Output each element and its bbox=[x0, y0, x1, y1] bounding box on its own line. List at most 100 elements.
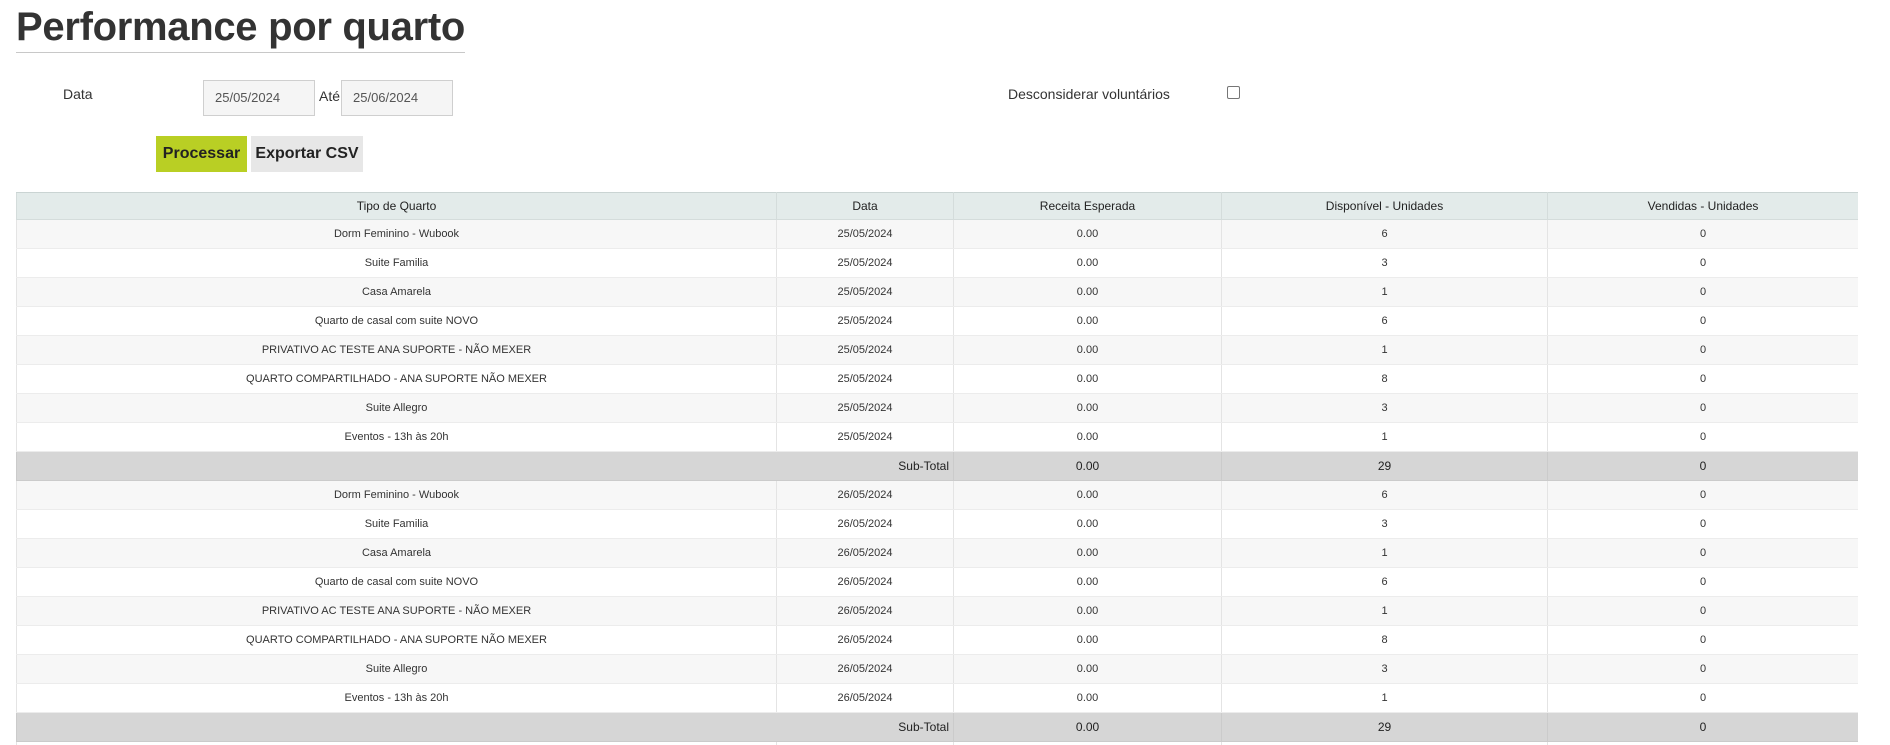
cell-date: 26/05/2024 bbox=[776, 683, 954, 713]
end-date-input[interactable]: 25/06/2024 bbox=[341, 80, 453, 116]
cell-available-units: 3 bbox=[1221, 248, 1548, 278]
date-label: Data bbox=[63, 86, 93, 102]
room-performance-table-container: Tipo de Quarto Data Receita Esperada Dis… bbox=[16, 192, 1858, 745]
table-row: PRIVATIVO AC TESTE ANA SUPORTE - NÃO MEX… bbox=[16, 596, 1858, 626]
col-header-expected-revenue[interactable]: Receita Esperada bbox=[953, 192, 1222, 220]
cell-available-units: 1 bbox=[1221, 335, 1548, 365]
cell-expected-revenue: 0.00 bbox=[953, 538, 1222, 568]
cell-room-type: Dorm Feminino - Wubook bbox=[16, 219, 777, 249]
cell-date: 25/05/2024 bbox=[776, 248, 954, 278]
cell-expected-revenue: 0.00 bbox=[953, 509, 1222, 539]
cell-available-units bbox=[1221, 741, 1548, 745]
table-row: Suite Familia 25/05/2024 0.00 3 0 bbox=[16, 248, 1858, 278]
table-row: Suite Allegro 26/05/2024 0.00 3 0 bbox=[16, 654, 1858, 684]
subtotal-label: Sub-Total bbox=[16, 712, 954, 742]
subtotal-expected-revenue: 0.00 bbox=[953, 451, 1222, 481]
cell-sold-units bbox=[1547, 741, 1858, 745]
cell-date: 26/05/2024 bbox=[776, 625, 954, 655]
table-row bbox=[16, 741, 1858, 745]
cell-available-units: 3 bbox=[1221, 509, 1548, 539]
cell-date: 26/05/2024 bbox=[776, 596, 954, 626]
subtotal-available-units: 29 bbox=[1221, 712, 1548, 742]
start-date-input[interactable]: 25/05/2024 bbox=[203, 80, 315, 116]
table-header-row: Tipo de Quarto Data Receita Esperada Dis… bbox=[16, 192, 1858, 220]
cell-room-type: PRIVATIVO AC TESTE ANA SUPORTE - NÃO MEX… bbox=[16, 596, 777, 626]
cell-date bbox=[776, 741, 954, 745]
cell-room-type: Quarto de casal com suite NOVO bbox=[16, 306, 777, 336]
cell-expected-revenue bbox=[953, 741, 1222, 745]
subtotal-sold-units: 0 bbox=[1547, 451, 1858, 481]
table-row: Eventos - 13h às 20h 26/05/2024 0.00 1 0 bbox=[16, 683, 1858, 713]
until-label: Até bbox=[319, 88, 341, 104]
cell-sold-units: 0 bbox=[1547, 277, 1858, 307]
col-header-room-type[interactable]: Tipo de Quarto bbox=[16, 192, 777, 220]
cell-available-units: 1 bbox=[1221, 683, 1548, 713]
cell-available-units: 8 bbox=[1221, 364, 1548, 394]
cell-available-units: 1 bbox=[1221, 596, 1548, 626]
cell-sold-units: 0 bbox=[1547, 393, 1858, 423]
cell-room-type bbox=[16, 741, 777, 745]
cell-sold-units: 0 bbox=[1547, 596, 1858, 626]
cell-date: 25/05/2024 bbox=[776, 219, 954, 249]
table-row: PRIVATIVO AC TESTE ANA SUPORTE - NÃO MEX… bbox=[16, 335, 1858, 365]
cell-expected-revenue: 0.00 bbox=[953, 219, 1222, 249]
cell-sold-units: 0 bbox=[1547, 364, 1858, 394]
table-row: Quarto de casal com suite NOVO 25/05/2024… bbox=[16, 306, 1858, 336]
cell-room-type: Suite Allegro bbox=[16, 393, 777, 423]
cell-date: 25/05/2024 bbox=[776, 422, 954, 452]
cell-available-units: 6 bbox=[1221, 480, 1548, 510]
subtotal-expected-revenue: 0.00 bbox=[953, 712, 1222, 742]
cell-expected-revenue: 0.00 bbox=[953, 248, 1222, 278]
cell-room-type: Dorm Feminino - Wubook bbox=[16, 480, 777, 510]
cell-expected-revenue: 0.00 bbox=[953, 335, 1222, 365]
table-row: Casa Amarela 25/05/2024 0.00 1 0 bbox=[16, 277, 1858, 307]
cell-available-units: 1 bbox=[1221, 277, 1548, 307]
cell-date: 25/05/2024 bbox=[776, 306, 954, 336]
cell-expected-revenue: 0.00 bbox=[953, 567, 1222, 597]
cell-sold-units: 0 bbox=[1547, 248, 1858, 278]
cell-expected-revenue: 0.00 bbox=[953, 654, 1222, 684]
cell-date: 25/05/2024 bbox=[776, 364, 954, 394]
cell-expected-revenue: 0.00 bbox=[953, 364, 1222, 394]
cell-date: 25/05/2024 bbox=[776, 393, 954, 423]
page-title: Performance por quarto bbox=[16, 4, 465, 53]
cell-room-type: Eventos - 13h às 20h bbox=[16, 422, 777, 452]
cell-room-type: QUARTO COMPARTILHADO - ANA SUPORTE NÃO M… bbox=[16, 364, 777, 394]
cell-expected-revenue: 0.00 bbox=[953, 306, 1222, 336]
export-csv-button[interactable]: Exportar CSV bbox=[251, 136, 363, 172]
table-row: Casa Amarela 26/05/2024 0.00 1 0 bbox=[16, 538, 1858, 568]
cell-available-units: 6 bbox=[1221, 567, 1548, 597]
table-row: QUARTO COMPARTILHADO - ANA SUPORTE NÃO M… bbox=[16, 625, 1858, 655]
cell-date: 26/05/2024 bbox=[776, 654, 954, 684]
cell-sold-units: 0 bbox=[1547, 538, 1858, 568]
cell-date: 25/05/2024 bbox=[776, 335, 954, 365]
cell-room-type: Suite Allegro bbox=[16, 654, 777, 684]
exclude-volunteers-label: Desconsiderar voluntários bbox=[1008, 86, 1170, 102]
subtotal-row: Sub-Total 0.00 29 0 bbox=[16, 451, 1858, 481]
cell-sold-units: 0 bbox=[1547, 219, 1858, 249]
room-performance-table: Tipo de Quarto Data Receita Esperada Dis… bbox=[16, 192, 1858, 745]
subtotal-row: Sub-Total 0.00 29 0 bbox=[16, 712, 1858, 742]
cell-date: 26/05/2024 bbox=[776, 538, 954, 568]
col-header-date[interactable]: Data bbox=[776, 192, 954, 220]
process-button[interactable]: Processar bbox=[156, 136, 247, 172]
col-header-sold-units[interactable]: Vendidas - Unidades bbox=[1547, 192, 1858, 220]
cell-sold-units: 0 bbox=[1547, 509, 1858, 539]
cell-available-units: 6 bbox=[1221, 219, 1548, 249]
col-header-available-units[interactable]: Disponível - Unidades bbox=[1221, 192, 1548, 220]
subtotal-available-units: 29 bbox=[1221, 451, 1548, 481]
cell-sold-units: 0 bbox=[1547, 625, 1858, 655]
cell-date: 25/05/2024 bbox=[776, 277, 954, 307]
cell-room-type: Quarto de casal com suite NOVO bbox=[16, 567, 777, 597]
table-row: Dorm Feminino - Wubook 26/05/2024 0.00 6 0 bbox=[16, 480, 1858, 510]
table-row: Suite Familia 26/05/2024 0.00 3 0 bbox=[16, 509, 1858, 539]
cell-room-type: Suite Familia bbox=[16, 509, 777, 539]
exclude-volunteers-checkbox[interactable] bbox=[1227, 86, 1240, 99]
cell-sold-units: 0 bbox=[1547, 422, 1858, 452]
cell-date: 26/05/2024 bbox=[776, 509, 954, 539]
table-row: Quarto de casal com suite NOVO 26/05/2024… bbox=[16, 567, 1858, 597]
cell-expected-revenue: 0.00 bbox=[953, 625, 1222, 655]
cell-room-type: PRIVATIVO AC TESTE ANA SUPORTE - NÃO MEX… bbox=[16, 335, 777, 365]
cell-sold-units: 0 bbox=[1547, 335, 1858, 365]
cell-sold-units: 0 bbox=[1547, 567, 1858, 597]
